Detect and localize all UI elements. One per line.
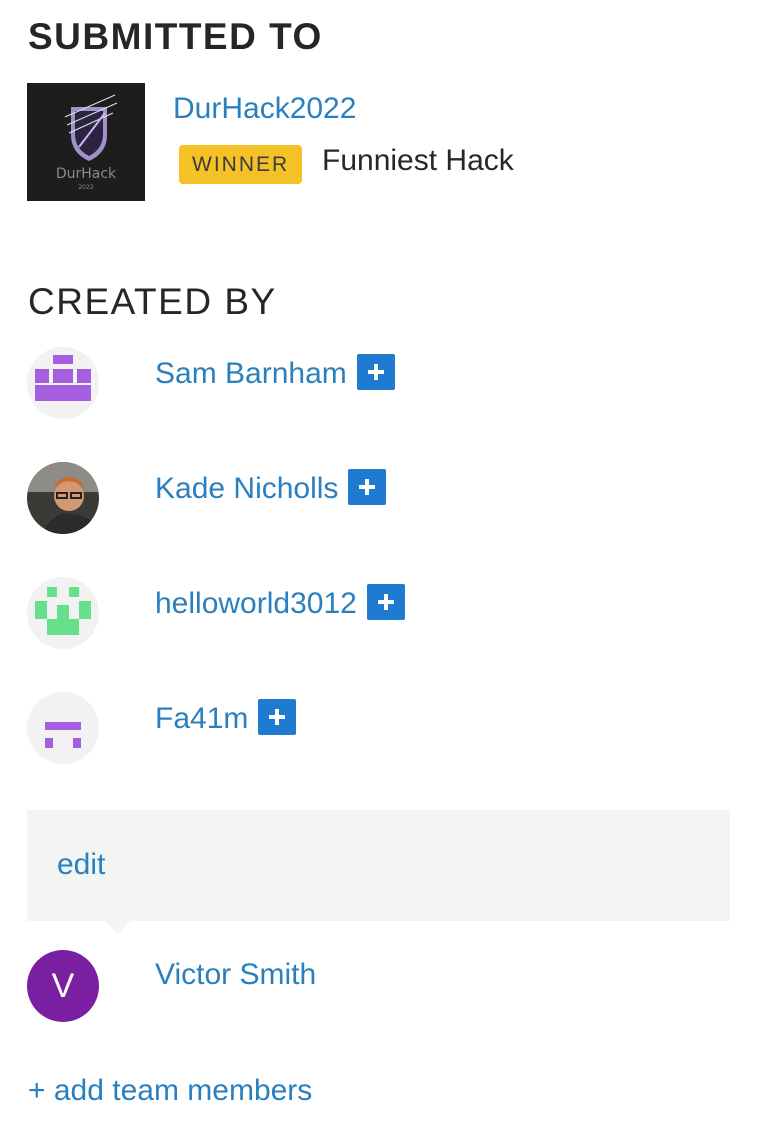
- follow-plus-button[interactable]: [356, 354, 395, 391]
- member-name[interactable]: Kade Nicholls: [155, 472, 338, 505]
- edit-panel: edit: [27, 810, 730, 934]
- member-name[interactable]: helloworld3012: [155, 587, 357, 620]
- add-team-members-link[interactable]: + add team members: [28, 1074, 312, 1108]
- follow-plus-button[interactable]: [366, 584, 405, 621]
- pending-member-name[interactable]: Victor Smith: [155, 958, 316, 992]
- submitted-to-heading: SUBMITTED TO: [28, 16, 323, 57]
- identicon-icon: [27, 577, 99, 649]
- hackathon-link[interactable]: DurHack2022: [173, 92, 356, 126]
- member-name-link[interactable]: Sam Barnham: [155, 354, 395, 393]
- member-avatar[interactable]: [27, 347, 99, 419]
- member-name-link[interactable]: helloworld3012: [155, 584, 405, 623]
- svg-text:DurHack: DurHack: [56, 166, 117, 182]
- member-avatar[interactable]: [27, 577, 99, 649]
- team-member-row: Sam Barnham: [0, 343, 757, 419]
- pending-member-avatar: V: [27, 950, 99, 1022]
- member-name-link[interactable]: Kade Nicholls: [155, 469, 387, 508]
- shield-logo-icon: DurHack 2022: [56, 94, 118, 191]
- member-avatar[interactable]: [27, 462, 99, 534]
- created-by-heading: CREATED BY: [28, 281, 277, 322]
- identicon-icon: [27, 692, 99, 764]
- follow-plus-button[interactable]: [348, 469, 387, 506]
- prize-name: Funniest Hack: [322, 144, 514, 177]
- member-name-link[interactable]: Fa41m: [155, 699, 297, 738]
- team-member-row: Fa41m: [0, 688, 757, 764]
- member-name[interactable]: Sam Barnham: [155, 357, 347, 390]
- team-member-row: helloworld3012: [0, 573, 757, 649]
- identicon-icon: [27, 347, 99, 419]
- member-name[interactable]: Fa41m: [155, 702, 248, 735]
- hackathon-logo[interactable]: DurHack 2022: [27, 83, 145, 201]
- follow-plus-button[interactable]: [258, 699, 297, 736]
- member-avatar[interactable]: [27, 692, 99, 764]
- photo-avatar-icon: [27, 462, 99, 534]
- team-member-row: Kade Nicholls: [0, 458, 757, 534]
- winner-badge: WINNER: [179, 145, 303, 184]
- edit-link[interactable]: edit: [57, 848, 105, 882]
- svg-text:2022: 2022: [78, 184, 93, 191]
